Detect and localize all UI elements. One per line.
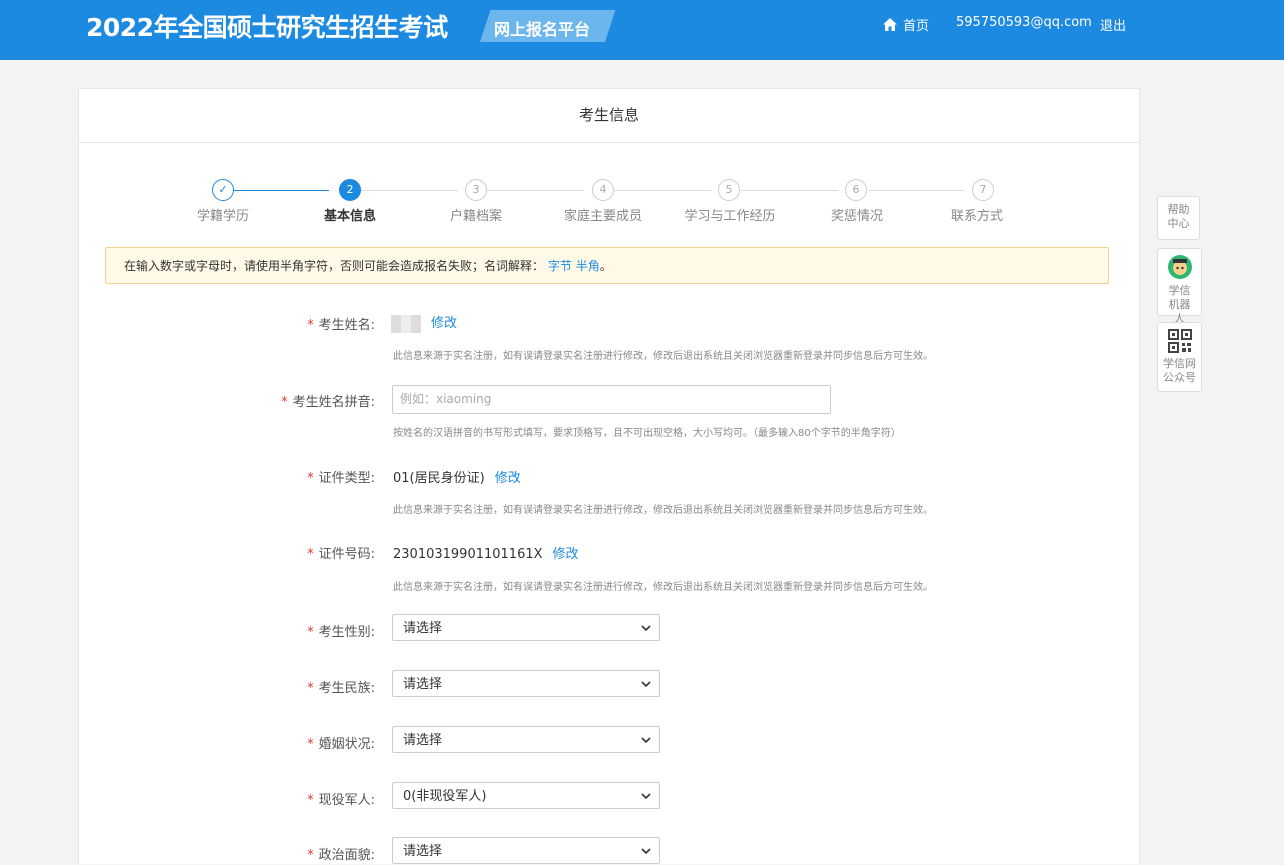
step-connector: [868, 190, 965, 191]
step-connector: [741, 190, 838, 191]
political-label: * 政治面貌:: [307, 848, 375, 863]
marital-select[interactable]: 请选择: [392, 726, 660, 753]
wechat-button[interactable]: 学信网公众号: [1157, 322, 1202, 392]
wechat-label: 学信网公众号: [1163, 357, 1196, 384]
step-6-circle[interactable]: 6: [845, 179, 867, 201]
ethnicity-label: * 考生民族:: [307, 681, 375, 696]
help-center-button[interactable]: 帮助中心: [1157, 196, 1200, 240]
step-2-circle[interactable]: 2: [339, 179, 361, 201]
platform-badge: 网上报名平台: [480, 10, 616, 42]
id-number-label: * 证件号码:: [307, 547, 375, 562]
pinyin-label: * 考生姓名拼音:: [281, 395, 375, 410]
robot-label: 学信机器人: [1168, 284, 1191, 325]
chevron-down-icon: [641, 737, 651, 744]
military-label: * 现役军人:: [307, 793, 375, 808]
id-type-value: 01(居民身份证) 修改: [393, 471, 521, 486]
id-type-hint: 此信息来源于实名注册，如有误请登录实名注册进行修改，修改后退出系统且关闭浏览器重…: [393, 505, 933, 516]
chevron-down-icon: [641, 848, 651, 855]
chevron-down-icon: [641, 681, 651, 688]
step-2-label[interactable]: 基本信息: [290, 205, 410, 224]
chevron-down-icon: [641, 793, 651, 800]
chevron-down-icon: [641, 625, 651, 632]
step-5-label[interactable]: 学习与工作经历: [670, 205, 790, 224]
top-header: 2022年全国硕士研究生招生考试 网上报名平台 首页 595750593@qq.…: [0, 0, 1284, 60]
help-center-label: 帮助中心: [1167, 203, 1190, 230]
name-label: * 考生姓名:: [307, 318, 375, 333]
step-7-label[interactable]: 联系方式: [917, 205, 1037, 224]
notice-banner: 在输入数字或字母时，请使用半角字符，否则可能会造成报名失败；名词解释： 字节 半…: [105, 247, 1109, 284]
name-blurred: [391, 314, 421, 333]
required-mark: *: [307, 318, 314, 333]
step-1-circle[interactable]: ✓: [212, 179, 234, 201]
required-mark: *: [307, 681, 314, 696]
half-width-link[interactable]: 半角: [576, 259, 600, 273]
required-mark: *: [307, 471, 314, 486]
card-title: 考生信息: [79, 89, 1139, 143]
user-email[interactable]: 595750593@qq.com: [956, 15, 1092, 30]
step-connector: [487, 190, 584, 191]
step-4-label[interactable]: 家庭主要成员: [543, 205, 663, 224]
home-link[interactable]: 首页: [882, 15, 929, 34]
edit-id-type-link[interactable]: 修改: [495, 471, 521, 486]
name-value: 修改: [391, 312, 457, 333]
ethnicity-select[interactable]: 请选择: [392, 670, 660, 697]
home-icon: [883, 18, 897, 31]
logout-link[interactable]: 退出: [1100, 15, 1126, 34]
step-connector: [233, 190, 329, 191]
id-number-hint: 此信息来源于实名注册，如有误请登录实名注册进行修改，修改后退出系统且关闭浏览器重…: [393, 582, 933, 593]
id-number-value: 23010319901101161X 修改: [393, 547, 579, 562]
robot-button[interactable]: 学信机器人: [1157, 248, 1202, 325]
required-mark: *: [281, 395, 288, 410]
id-type-label: * 证件类型:: [307, 471, 375, 486]
qr-code-icon: [1167, 329, 1192, 353]
step-6-label[interactable]: 奖惩情况: [797, 205, 917, 224]
edit-id-number-link[interactable]: 修改: [553, 547, 579, 562]
step-connector: [614, 190, 711, 191]
step-5-circle[interactable]: 5: [718, 179, 740, 201]
gender-select[interactable]: 请选择: [392, 614, 660, 641]
main-card: 考生信息 ✓ 2 3 4 5 6 7 学籍学历 基本信息 户籍档案 家庭主要成员…: [78, 88, 1140, 864]
edit-name-link[interactable]: 修改: [431, 316, 457, 331]
step-3-circle[interactable]: 3: [465, 179, 487, 201]
pinyin-hint: 按姓名的汉语拼音的书写形式填写，要求顶格写，且不可出现空格，大小写均可。（最多输…: [393, 428, 901, 439]
step-1-label[interactable]: 学籍学历: [163, 205, 283, 224]
required-mark: *: [307, 848, 314, 863]
military-select[interactable]: 0(非现役军人): [392, 782, 660, 809]
step-connector: [361, 190, 458, 191]
political-select[interactable]: 请选择: [392, 837, 660, 864]
required-mark: *: [307, 547, 314, 562]
robot-avatar-icon: [1167, 255, 1192, 279]
byte-link[interactable]: 字节: [548, 259, 572, 273]
site-title: 2022年全国硕士研究生招生考试: [86, 13, 448, 42]
pinyin-input[interactable]: 例如：xiaoming: [392, 385, 831, 414]
name-hint: 此信息来源于实名注册，如有误请登录实名注册进行修改，修改后退出系统且关闭浏览器重…: [393, 351, 933, 362]
step-7-circle[interactable]: 7: [972, 179, 994, 201]
step-3-label[interactable]: 户籍档案: [416, 205, 536, 224]
step-4-circle[interactable]: 4: [592, 179, 614, 201]
required-mark: *: [307, 793, 314, 808]
marital-label: * 婚姻状况:: [307, 737, 375, 752]
required-mark: *: [307, 737, 314, 752]
required-mark: *: [307, 625, 314, 640]
gender-label: * 考生性别:: [307, 625, 375, 640]
home-label: 首页: [903, 19, 930, 34]
notice-text: 在输入数字或字母时，请使用半角字符，否则可能会造成报名失败；名词解释：: [124, 259, 545, 273]
